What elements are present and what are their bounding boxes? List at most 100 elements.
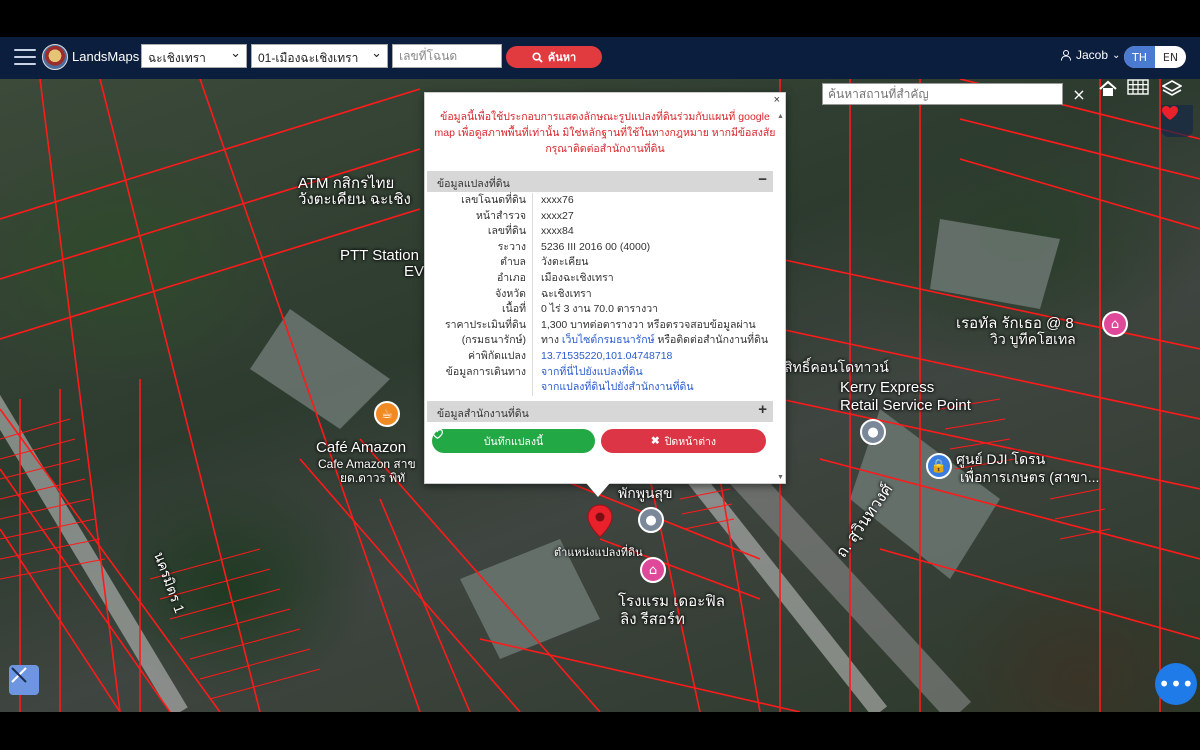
- field-label: ตำบล: [427, 255, 533, 271]
- table-row: หน้าสำรวจ xxxx27: [427, 208, 773, 225]
- close-window-button[interactable]: ✖ ปิดหน้าต่าง: [601, 429, 766, 453]
- field-value: 5236 III 2016 00 (4000): [541, 240, 651, 253]
- parcel-section-header[interactable]: ข้อมูลแปลงที่ดิน −: [427, 171, 773, 192]
- field-value: 0 ไร่ 3 งาน 70.0 ตารางวา: [541, 303, 658, 316]
- field-label: เลขโฉนดที่ดิน: [427, 193, 533, 209]
- map-label-condo: สิทธิ์คอนโดทาวน์: [784, 359, 889, 375]
- measure-tool-icon[interactable]: [9, 665, 39, 695]
- field-value: ฉะเชิงเทรา: [541, 287, 592, 300]
- close-window-label: ปิดหน้าต่าง: [664, 435, 717, 448]
- search-icon: [532, 51, 543, 63]
- field-label: ระวาง: [427, 239, 533, 256]
- table-row: อำเภอ เมืองฉะเชิงเทรา: [427, 270, 773, 287]
- save-parcel-button[interactable]: บันทึกแปลงนี้: [432, 429, 595, 453]
- map-label-hotel-sub: วิว บูทีคโฮเทล: [990, 331, 1076, 347]
- field-label: เลขที่ดิน: [427, 224, 533, 240]
- more-options-button[interactable]: •••: [1155, 663, 1197, 705]
- save-parcel-label: บันทึกแปลงนี้: [483, 435, 544, 448]
- table-row: ราคาประเมินที่ดิน (กรมธนารักษ์) 1,300 บาท…: [427, 317, 773, 349]
- map-label-cafe-sub: ยด.ดาวร พิทั: [340, 471, 406, 485]
- map-canvas[interactable]: ATM กสิกรไทย วังตะเคียน ฉะเชิง PTT Stati…: [0, 79, 1200, 712]
- table-row: ระวาง 5236 III 2016 00 (4000): [427, 239, 773, 256]
- table-row: จังหวัด ฉะเชิงเทรา: [427, 286, 773, 303]
- chevron-down-icon: ⌄: [1112, 49, 1121, 61]
- price-value-suffix: หรือติดต่อสำนักงานที่ดิน: [657, 334, 769, 347]
- route-to-parcel-link[interactable]: จากที่นี่ไปยังแปลงที่ดิน: [541, 366, 643, 378]
- field-value: เมืองฉะเชิงเทรา: [541, 271, 614, 284]
- table-row: ข้อมูลการเดินทาง จากที่นี่ไปยังแปลงที่ดิ…: [427, 364, 773, 396]
- map-label-phunsuk: พักพูนสุข: [618, 485, 673, 501]
- table-row: เนื้อที่ 0 ไร่ 3 งาน 70.0 ตารางวา: [427, 302, 773, 318]
- user-menu[interactable]: Jacob ⌄: [1060, 48, 1120, 62]
- field-value: 1,300 บาทต่อตารางวา หรือตรวจสอบข้อมูลผ่า…: [533, 318, 773, 349]
- treasury-website-link[interactable]: เว็บไซต์กรมธนารักษ์: [562, 334, 655, 346]
- place-poi-icon[interactable]: ●: [638, 507, 664, 533]
- heart-outline-icon: [432, 429, 443, 439]
- collapse-icon[interactable]: −: [758, 171, 767, 188]
- price-value: 1,300 บาทต่อตารางวา หรือตรวจสอบข้อมูลผ่า…: [541, 318, 756, 331]
- district-select[interactable]: 01-เมืองฉะเชิงเทรา: [251, 44, 388, 68]
- route-to-office-link[interactable]: จากแปลงที่ดินไปยังสำนักงานที่ดิน: [541, 381, 694, 393]
- expand-icon[interactable]: +: [758, 401, 767, 418]
- grid-icon[interactable]: [1127, 79, 1157, 109]
- field-label: ค่าพิกัดแปลง: [427, 348, 533, 365]
- popup-pointer: [586, 483, 610, 497]
- kerry-poi-icon[interactable]: ●: [860, 419, 886, 445]
- field-value: xxxx76: [541, 194, 574, 206]
- brand-name: LandsMaps: [72, 49, 140, 64]
- lang-en-button[interactable]: EN: [1155, 46, 1186, 68]
- map-label-resort-sub: ลิง รีสอร์ท: [620, 611, 685, 628]
- office-section-header[interactable]: ข้อมูลสำนักงานที่ดิน +: [427, 401, 773, 422]
- shop-poi-icon[interactable]: 🔒: [926, 453, 952, 479]
- cafe-poi-icon[interactable]: ☕: [374, 401, 400, 427]
- table-row: ค่าพิกัดแปลง 13.71535220,101.04748718: [427, 348, 773, 365]
- resort-poi-icon[interactable]: ⌂: [640, 557, 666, 583]
- field-value: xxxx84: [541, 225, 574, 238]
- price-label: ราคาประเมินที่ดิน: [444, 318, 526, 331]
- disclaimer-text: ข้อมูลนี้เพื่อใช้ประกอบการแสดงลักษณะรูปแ…: [434, 111, 776, 155]
- home-icon[interactable]: [1098, 79, 1128, 109]
- map-label-kerry: Kerry Express: [840, 379, 935, 396]
- scroll-down-icon[interactable]: ▼: [777, 474, 784, 481]
- field-label: เนื้อที่: [427, 302, 533, 318]
- field-value: xxxx27: [541, 209, 574, 222]
- parcel-section-title: ข้อมูลแปลงที่ดิน: [437, 178, 510, 190]
- user-icon: [1061, 50, 1071, 61]
- popup-actions: บันทึกแปลงนี้ ✖ ปิดหน้าต่าง: [432, 429, 768, 453]
- language-toggle: TH EN: [1124, 46, 1186, 68]
- hotel-poi-icon[interactable]: ⌂: [1102, 311, 1128, 337]
- field-label: ราคาประเมินที่ดิน (กรมธนารักษ์): [427, 317, 533, 349]
- popup-scrollbar[interactable]: ▲ ▼: [775, 113, 785, 481]
- map-label-cafe: Café Amazon: [316, 439, 407, 456]
- scroll-up-icon[interactable]: ▲: [777, 113, 784, 120]
- menu-icon[interactable]: [14, 49, 36, 67]
- field-label: หน้าสำรวจ: [427, 208, 533, 225]
- map-label-dji-sub: เพื่อการเกษตร (สาขา...: [960, 469, 1100, 485]
- field-value: วังตะเคียน: [541, 256, 589, 269]
- deed-number-input[interactable]: [392, 44, 502, 68]
- field-label: อำเภอ: [427, 270, 533, 287]
- user-name: Jacob: [1076, 48, 1109, 62]
- app-frame: LandsMaps ฉะเชิงเทรา 01-เมืองฉะเชิงเทรา …: [0, 0, 1200, 750]
- coordinates-link[interactable]: 13.71535220,101.04748718: [533, 349, 773, 365]
- top-navbar: LandsMaps ฉะเชิงเทรา 01-เมืองฉะเชิงเทรา …: [0, 37, 1200, 79]
- parcel-info-popup: × ข้อมูลนี้เพื่อใช้ประกอบการแสดงลักษณะรู…: [424, 92, 786, 484]
- lang-th-button[interactable]: TH: [1124, 46, 1155, 68]
- place-search-input[interactable]: [822, 83, 1063, 105]
- landsmaps-logo: [42, 44, 68, 70]
- popup-close-icon[interactable]: ×: [774, 94, 780, 106]
- field-value: จากที่นี่ไปยังแปลงที่ดินจากแปลงที่ดินไปย…: [533, 365, 773, 396]
- table-row: เลขที่ดิน xxxx84: [427, 224, 773, 240]
- map-label-ptt-ev: EV: [404, 263, 425, 280]
- map-label-ptt: PTT Station: [340, 247, 419, 264]
- search-button[interactable]: ค้นหา: [506, 46, 602, 68]
- map-label-kerry-service: Retail Service Point: [840, 397, 971, 414]
- price-value-prefix: ทาง: [541, 334, 559, 347]
- parcel-location-pin-icon[interactable]: [587, 504, 613, 538]
- province-select[interactable]: ฉะเชิงเทรา: [141, 44, 247, 68]
- clear-search-icon[interactable]: ×: [1068, 81, 1090, 107]
- table-row: ตำบล วังตะเคียน: [427, 255, 773, 271]
- price-label-sub: (กรมธนารักษ์): [461, 334, 526, 347]
- favorites-heart-icon[interactable]: [1161, 105, 1193, 137]
- map-label-atm-branch: วังตะเคียน ฉะเชิง: [298, 191, 411, 208]
